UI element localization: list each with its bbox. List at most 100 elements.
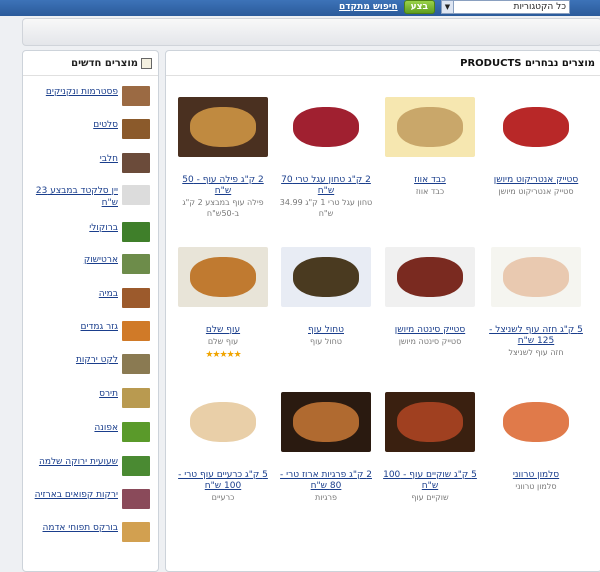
product-title-link[interactable]: 2 ק"ג טחון עגל טרי 70 ש"ח: [276, 175, 376, 197]
sidebar-title: מוצרים חדשים: [71, 57, 138, 69]
sidebar-item[interactable]: ארטישוק: [30, 254, 150, 274]
top-bar: כל הקטגוריות ▼ בצע חיפוש מתקדם: [0, 0, 600, 16]
product-thumbnail[interactable]: [122, 86, 150, 106]
sidebar-item[interactable]: במיה: [30, 288, 150, 308]
product-image[interactable]: [178, 392, 268, 452]
product-photo-shape: [293, 402, 359, 442]
product-title-link[interactable]: 2 ק"ג פילה עוף - 50 ש"ח: [173, 175, 273, 197]
product-thumbnail[interactable]: [122, 119, 150, 139]
product-image[interactable]: [491, 97, 581, 157]
chevron-down-icon[interactable]: ▼: [442, 1, 454, 13]
sidebar-item-link[interactable]: שעועית ירוקה שלמה: [30, 456, 118, 468]
sidebar-item-link[interactable]: פסטרמות ונקניקים: [30, 86, 118, 98]
sidebar-item-link[interactable]: סלטים: [30, 119, 118, 131]
product-title-link[interactable]: 5 ק"ג חזה עוף לשניצל - 125 ש"ח: [486, 325, 586, 347]
product-image[interactable]: [491, 392, 581, 452]
product-image[interactable]: [281, 97, 371, 157]
sidebar-item-link[interactable]: יין סלקטד במבצע 23 ש"ח: [30, 185, 118, 209]
product-photo-shape: [397, 107, 463, 147]
product-title-link[interactable]: סטייק סינטה מיושן: [380, 325, 480, 336]
product-photo-shape: [503, 257, 569, 297]
product-thumbnail[interactable]: [122, 388, 150, 408]
product-image[interactable]: [178, 97, 268, 157]
product-card: 2 ק"ג טחון עגל טרי 70 ש"ח טחון עגל טרי 1 …: [276, 97, 376, 219]
sidebar-item[interactable]: פסטרמות ונקניקים: [30, 86, 150, 106]
product-card: עוף שלם עוף שלם ★★★★★: [173, 247, 273, 360]
product-subtitle: סטייק סינטה מיושן: [398, 337, 462, 346]
sidebar-item[interactable]: ירקות קפואים בארזיה: [30, 489, 150, 509]
product-thumbnail[interactable]: [122, 254, 150, 274]
sidebar-item[interactable]: גזר גמדים: [30, 321, 150, 341]
product-card: 2 ק"ג פילה עוף - 50 ש"ח פילה עוף במבצע 2 …: [173, 97, 273, 219]
product-subtitle: פילה עוף במבצע 2 ק"ג ב-50ש"ח: [182, 198, 264, 218]
sidebar-item-link[interactable]: בורקס תפוחי אדמה: [30, 522, 119, 534]
sidebar-item[interactable]: לקט ירקות: [30, 354, 150, 374]
product-thumbnail[interactable]: [122, 321, 150, 341]
product-title-link[interactable]: סלמון טרווני: [486, 470, 586, 481]
product-title-link[interactable]: 2 ק"ג פרגיות ארוז טרי - 80 ש"ח: [276, 470, 376, 492]
product-title-link[interactable]: כבד אווז: [380, 175, 480, 186]
panel-title: מוצרים נבחרים PRODUCTS: [460, 57, 595, 69]
sidebar-header: מוצרים חדשים: [23, 51, 158, 76]
sidebar-item-link[interactable]: גזר גמדים: [30, 321, 119, 333]
sidebar-item[interactable]: חלבי: [30, 153, 150, 173]
sidebar-item-link[interactable]: אפונה: [30, 422, 118, 434]
new-products-sidebar: מוצרים חדשים פסטרמות ונקניקים סלטים חלבי יי…: [22, 50, 159, 572]
sidebar-item[interactable]: תירס: [30, 388, 150, 408]
product-image[interactable]: [385, 247, 475, 307]
product-image[interactable]: [281, 247, 371, 307]
product-image[interactable]: [491, 247, 581, 307]
product-thumbnail[interactable]: [122, 354, 150, 374]
sidebar-item[interactable]: בורקס תפוחי אדמה: [30, 522, 150, 542]
product-photo-shape: [190, 257, 256, 297]
sidebar-item-link[interactable]: לקט ירקות: [30, 354, 118, 366]
product-thumbnail[interactable]: [122, 422, 150, 442]
product-photo-shape: [190, 402, 256, 442]
product-image[interactable]: [281, 392, 371, 452]
product-title-link[interactable]: 5 ק"ג כרעיים עוף טרי - 100 ש"ח: [173, 470, 273, 492]
sidebar-item-link[interactable]: ירקות קפואים בארזיה: [30, 489, 118, 501]
product-thumbnail[interactable]: [122, 456, 150, 476]
sidebar-item[interactable]: שעועית ירוקה שלמה: [30, 456, 150, 476]
product-card: 5 ק"ג חזה עוף לשניצל - 125 ש"ח חזה עוף לש…: [486, 247, 586, 358]
sidebar-item-link[interactable]: ארטישוק: [30, 254, 118, 266]
product-thumbnail[interactable]: [122, 522, 150, 542]
sidebar-item[interactable]: אפונה: [30, 422, 150, 442]
product-thumbnail[interactable]: [122, 222, 150, 242]
product-subtitle: טחול עוף: [310, 337, 342, 346]
product-subtitle: טחון עגל טרי 1 ק"ג 34.99 ש"ח: [279, 198, 373, 218]
search-row: כל הקטגוריות ▼ בצע חיפוש מתקדם: [339, 0, 570, 14]
product-card: טחול עוף טחול עוף: [276, 247, 376, 347]
product-title-link[interactable]: עוף שלם: [173, 325, 273, 336]
product-image[interactable]: [178, 247, 268, 307]
product-thumbnail[interactable]: [122, 185, 150, 205]
sidebar-item-link[interactable]: במיה: [30, 288, 118, 300]
product-subtitle: סלמון טרווני: [515, 482, 557, 491]
product-card: סטייק סינטה מיושן סטייק סינטה מיושן: [380, 247, 480, 347]
product-card: כבד אווז כבד אווז: [380, 97, 480, 197]
product-subtitle: סטייק אנטריקוט מיושן: [498, 187, 574, 196]
go-button[interactable]: בצע: [403, 0, 435, 14]
product-card: 5 ק"ג כרעיים עוף טרי - 100 ש"ח כרעיים: [173, 392, 273, 503]
sidebar-item-link[interactable]: ברוקולי: [30, 222, 118, 234]
sidebar-item[interactable]: סלטים: [30, 119, 150, 139]
product-title-link[interactable]: טחול עוף: [276, 325, 376, 336]
product-card: סלמון טרווני סלמון טרווני: [486, 392, 586, 492]
sidebar-item-link[interactable]: תירס: [30, 388, 118, 400]
product-title-link[interactable]: סטייק אנטריקוט מיושן: [486, 175, 586, 186]
product-photo-shape: [190, 107, 256, 147]
product-image[interactable]: [385, 392, 475, 452]
sidebar-item[interactable]: יין סלקטד במבצע 23 ש"ח: [30, 185, 150, 209]
product-image[interactable]: [385, 97, 475, 157]
sidebar-item[interactable]: ברוקולי: [30, 222, 150, 242]
panel-header: מוצרים נבחרים PRODUCTS: [166, 51, 600, 76]
product-title-link[interactable]: 5 ק"ג שוקיים עוף - 100 ש"ח: [380, 470, 480, 492]
sidebar-item-link[interactable]: חלבי: [30, 153, 118, 165]
product-thumbnail[interactable]: [122, 288, 150, 308]
product-thumbnail[interactable]: [122, 153, 150, 173]
product-thumbnail[interactable]: [122, 489, 150, 509]
category-select-value: כל הקטגוריות: [513, 2, 566, 12]
category-select[interactable]: כל הקטגוריות ▼: [441, 0, 570, 14]
product-subtitle: שוקיים עוף: [411, 493, 449, 502]
advanced-search-link[interactable]: חיפוש מתקדם: [339, 2, 398, 12]
